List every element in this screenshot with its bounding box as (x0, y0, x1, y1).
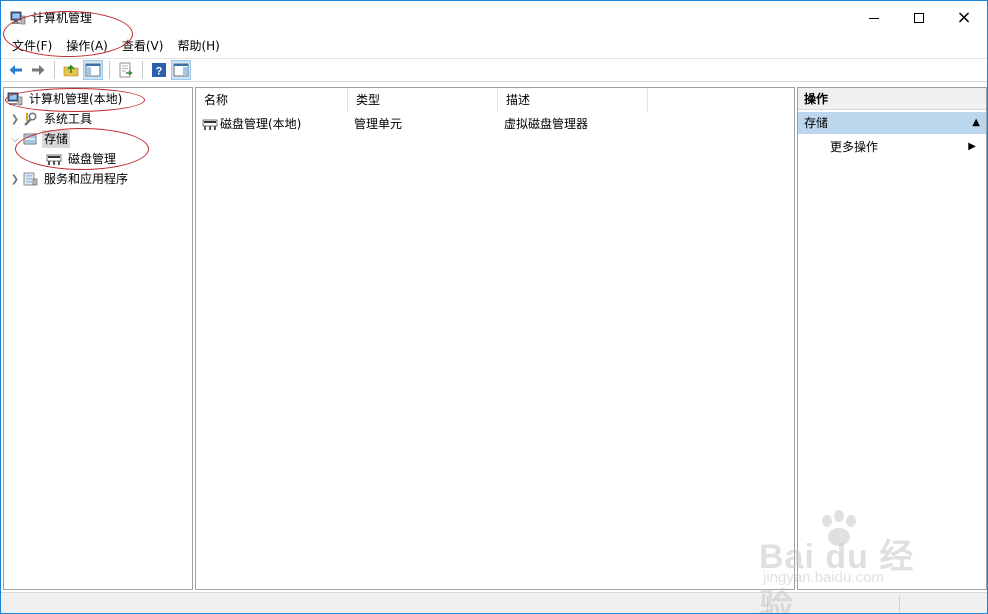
computer-management-icon (7, 92, 23, 106)
storage-icon (23, 133, 37, 145)
collapse-arrow-icon[interactable]: ⌵ (8, 134, 22, 145)
export-list-button[interactable] (116, 60, 136, 80)
minimize-button[interactable] (851, 1, 897, 35)
up-one-level-button[interactable] (61, 60, 81, 80)
svg-text:?: ? (156, 66, 163, 78)
list-item-type: 管理单元 (354, 117, 403, 131)
toolbar-separator (142, 61, 143, 79)
expand-arrow-icon[interactable]: ❯ (8, 114, 22, 125)
submenu-arrow-icon: ▶ (968, 141, 976, 152)
menu-help[interactable]: 帮助(H) (170, 36, 226, 56)
tree-item-services-apps[interactable]: ❯ 服务和应用程序 (8, 169, 130, 189)
menu-action[interactable]: 操作(A) (59, 36, 115, 56)
show-hide-action-pane-button[interactable] (171, 60, 191, 80)
tree-item-label: 系统工具 (44, 112, 93, 126)
toolbar: ? (1, 58, 987, 82)
column-headers: 名称 类型 描述 (196, 88, 648, 112)
back-button[interactable] (6, 60, 26, 80)
forward-button[interactable] (28, 60, 48, 80)
disk-management-icon (202, 119, 218, 130)
list-cell-name: 磁盘管理(本地) (196, 114, 348, 134)
show-hide-action-pane-icon (173, 63, 189, 77)
menu-view[interactable]: 查看(V) (115, 36, 171, 56)
up-folder-icon (63, 64, 79, 77)
services-applications-icon (23, 172, 38, 186)
tree-item-label: 存储 (42, 130, 71, 148)
computer-management-window: 计算机管理 × 文件(F) 操作(A) 查看(V) 帮助(H) ? 计算机管理(… (0, 0, 988, 614)
forward-icon (32, 65, 45, 75)
help-button[interactable]: ? (149, 60, 169, 80)
export-list-icon (119, 62, 133, 78)
disk-management-icon (46, 154, 62, 165)
navigation-tree: 计算机管理(本地) ❯ 系统工具 ⌵ 存储 磁盘管理 ❯ 服务和应用程序 (3, 87, 193, 590)
tree-item-root[interactable]: 计算机管理(本地) (7, 89, 124, 109)
baidu-jingyan-watermark: Bai du 经验 jingyan.baidu.com (759, 509, 939, 613)
computer-management-icon (10, 11, 26, 25)
more-actions-label: 更多操作 (830, 140, 879, 154)
minimize-icon (869, 17, 879, 19)
menu-bar: 文件(F) 操作(A) 查看(V) 帮助(H) (1, 35, 987, 57)
maximize-button[interactable] (896, 1, 942, 35)
tree-item-storage[interactable]: ⌵ 存储 (8, 129, 71, 149)
tree-item-label: 磁盘管理 (68, 152, 117, 166)
watermark-url: jingyan.baidu.com (763, 569, 884, 586)
window-title: 计算机管理 (32, 11, 93, 25)
column-header-description[interactable]: 描述 (498, 88, 648, 112)
back-icon (9, 65, 22, 75)
column-header-type[interactable]: 类型 (348, 88, 498, 112)
show-hide-tree-icon (85, 63, 101, 77)
results-list: 名称 类型 描述 磁盘管理(本地) 管理单元 虚拟磁盘管理器 (195, 87, 795, 590)
tree-item-label: 服务和应用程序 (44, 172, 129, 186)
list-item-name: 磁盘管理(本地) (220, 117, 302, 131)
title-bar[interactable]: 计算机管理 × (1, 1, 987, 35)
help-icon: ? (152, 63, 166, 78)
tree-item-disk-management[interactable]: 磁盘管理 (46, 149, 118, 169)
more-actions-item[interactable]: 更多操作 ▶ (830, 138, 980, 156)
toolbar-separator (109, 61, 110, 79)
list-item[interactable]: 磁盘管理(本地) 管理单元 虚拟磁盘管理器 (196, 114, 648, 134)
menu-file[interactable]: 文件(F) (5, 36, 59, 56)
toolbar-separator (54, 61, 55, 79)
close-button[interactable]: × (941, 1, 987, 35)
actions-pane-title: 操作 (798, 88, 986, 110)
actions-section-storage[interactable]: 存储 ▲ (798, 112, 986, 134)
tree-item-system-tools[interactable]: ❯ 系统工具 (8, 109, 94, 129)
tree-item-label: 计算机管理(本地) (29, 92, 123, 106)
show-hide-tree-button[interactable] (83, 60, 103, 80)
actions-section-label: 存储 (804, 116, 829, 130)
list-item-description: 虚拟磁盘管理器 (504, 117, 589, 131)
collapse-up-icon[interactable]: ▲ (972, 112, 980, 134)
close-icon: × (956, 7, 972, 28)
expand-arrow-icon[interactable]: ❯ (8, 174, 22, 185)
system-tools-icon (24, 112, 37, 126)
column-header-name[interactable]: 名称 (196, 88, 348, 112)
maximize-icon (914, 13, 924, 23)
